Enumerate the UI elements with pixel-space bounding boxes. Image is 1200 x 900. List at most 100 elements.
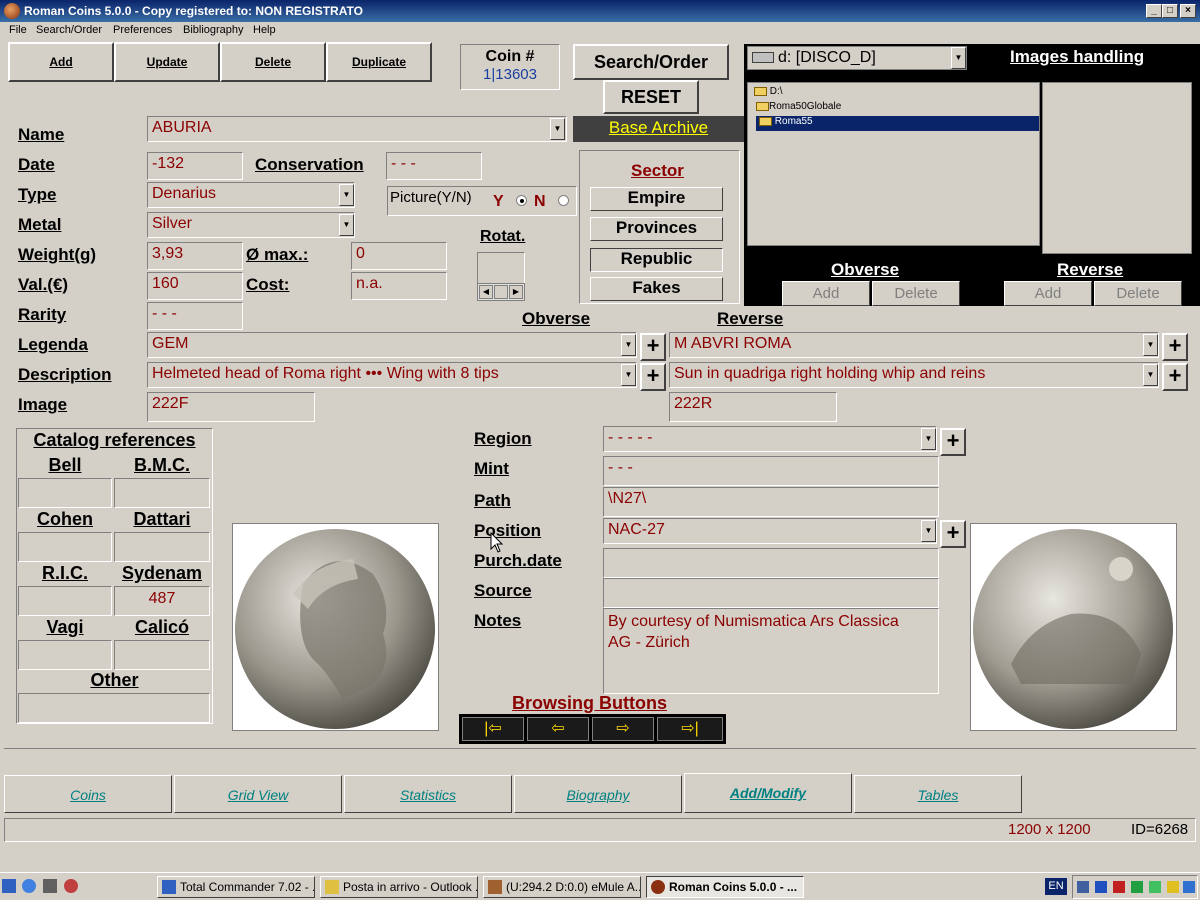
name-field[interactable]: ABURIA	[147, 116, 567, 142]
catalog-sydenam-field[interactable]: 487	[114, 586, 210, 616]
tray-icon[interactable]	[1113, 881, 1125, 893]
taskbar-roman-coins[interactable]: Roman Coins 5.0.0 - ...	[646, 876, 804, 898]
rotation-left-arrow-icon[interactable]: ◀	[479, 285, 493, 299]
last-record-icon[interactable]: ⇨|	[657, 717, 723, 741]
cost-field[interactable]: n.a.	[351, 272, 447, 300]
tab-biography[interactable]: Biography	[514, 775, 682, 813]
metal-field[interactable]: Silver	[147, 212, 355, 238]
tray-icon[interactable]	[1167, 881, 1179, 893]
menu-preferences[interactable]: Preferences	[113, 24, 172, 36]
position-field[interactable]: NAC-27	[603, 518, 937, 544]
previous-record-icon[interactable]: ⇦	[527, 717, 589, 741]
tray-icon[interactable]	[1077, 881, 1089, 893]
sector-republic-button[interactable]: Republic	[590, 248, 723, 272]
description-obverse-dropdown-icon[interactable]: ▼	[621, 364, 636, 386]
legenda-obverse-field[interactable]: GEM	[147, 332, 637, 358]
catalog-bmc-field[interactable]	[114, 478, 210, 508]
position-add-icon[interactable]: +	[940, 520, 966, 548]
catalog-vagi-field[interactable]	[18, 640, 112, 670]
description-reverse-field[interactable]: Sun in quadriga right holding whip and r…	[669, 362, 1159, 388]
catalog-other-field[interactable]	[18, 693, 210, 723]
media-icon[interactable]	[22, 879, 36, 893]
menu-help[interactable]: Help	[253, 24, 276, 36]
catalog-dattari-field[interactable]	[114, 532, 210, 562]
search-order-button[interactable]: Search/Order	[573, 44, 729, 80]
sector-provinces-button[interactable]: Provinces	[590, 217, 723, 241]
obverse-add-button[interactable]: Add	[782, 281, 870, 306]
drive-dropdown-icon[interactable]: ▼	[951, 47, 966, 69]
description-obverse-field[interactable]: Helmeted head of Roma right ••• Wing wit…	[147, 362, 637, 388]
tab-grid-view[interactable]: Grid View	[174, 775, 342, 813]
folder-item-roma50globale[interactable]: Roma50Globale	[756, 101, 841, 112]
catalog-ric-field[interactable]	[18, 586, 112, 616]
tray-icon[interactable]	[1095, 881, 1107, 893]
picture-yes-radio[interactable]	[516, 195, 527, 206]
language-indicator[interactable]: EN	[1045, 878, 1067, 895]
weight-field[interactable]: 3,93	[147, 242, 243, 270]
menu-bibliography[interactable]: Bibliography	[183, 24, 244, 36]
region-field[interactable]: - - - - -	[603, 426, 937, 452]
value-field[interactable]: 160	[147, 272, 243, 300]
description-reverse-dropdown-icon[interactable]: ▼	[1143, 364, 1158, 386]
next-record-icon[interactable]: ⇨	[592, 717, 654, 741]
name-dropdown-icon[interactable]: ▼	[550, 118, 565, 140]
duplicate-button[interactable]: Duplicate	[326, 42, 432, 82]
notes-field[interactable]: By courtesy of Numismatica Ars Classica …	[603, 608, 939, 694]
picture-no-radio[interactable]	[558, 195, 569, 206]
source-field[interactable]	[603, 578, 939, 608]
first-record-icon[interactable]: |⇦	[462, 717, 524, 741]
close-button[interactable]: ×	[1180, 4, 1196, 18]
rotation-thumb[interactable]	[494, 285, 508, 299]
catalog-bell-field[interactable]	[18, 478, 112, 508]
folder-item-root[interactable]: D:\	[754, 86, 783, 97]
taskbar-total-commander[interactable]: Total Commander 7.02 - ...	[157, 876, 315, 898]
reset-button[interactable]: RESET	[603, 80, 699, 114]
drive-select[interactable]: d: [DISCO_D] ▼	[747, 46, 967, 70]
maximize-button[interactable]: □	[1162, 4, 1178, 18]
update-button[interactable]: Update	[114, 42, 220, 82]
catalog-cohen-field[interactable]	[18, 532, 112, 562]
obverse-delete-button[interactable]: Delete	[872, 281, 960, 306]
mint-field[interactable]: - - -	[603, 456, 939, 486]
image-reverse-field[interactable]: 222R	[669, 392, 837, 422]
tab-coins[interactable]: Coins	[4, 775, 172, 813]
path-field[interactable]: \N27\	[603, 487, 939, 517]
rotation-right-arrow-icon[interactable]: ▶	[509, 285, 523, 299]
add-button[interactable]: Add	[8, 42, 114, 82]
reverse-delete-button[interactable]: Delete	[1094, 281, 1182, 306]
region-add-icon[interactable]: +	[940, 428, 966, 456]
menu-search-order[interactable]: Search/Order	[36, 24, 102, 36]
legenda-obverse-dropdown-icon[interactable]: ▼	[621, 334, 636, 356]
description-obverse-add-icon[interactable]: +	[640, 363, 666, 391]
region-dropdown-icon[interactable]: ▼	[921, 428, 936, 450]
purch-date-field[interactable]	[603, 548, 939, 578]
tab-add-modify[interactable]: Add/Modify	[684, 773, 852, 813]
folder-item-roma55[interactable]: Roma55	[756, 116, 1039, 131]
type-field[interactable]: Denarius	[147, 182, 355, 208]
conservation-field[interactable]: - - -	[386, 152, 482, 180]
legenda-reverse-field[interactable]: M ABVRI ROMA	[669, 332, 1159, 358]
tray-icon[interactable]	[1183, 881, 1195, 893]
taskbar-outlook[interactable]: Posta in arrivo - Outlook ...	[320, 876, 478, 898]
sector-empire-button[interactable]: Empire	[590, 187, 723, 211]
diameter-field[interactable]: 0	[351, 242, 447, 270]
type-dropdown-icon[interactable]: ▼	[339, 184, 354, 206]
tab-tables[interactable]: Tables	[854, 775, 1022, 813]
menu-file[interactable]: File	[9, 24, 27, 36]
app-launch-icon-2[interactable]	[64, 879, 78, 893]
description-reverse-add-icon[interactable]: +	[1162, 363, 1188, 391]
metal-dropdown-icon[interactable]: ▼	[339, 214, 354, 236]
quicklaunch-icon[interactable]	[2, 879, 16, 893]
folder-tree[interactable]: D:\ Roma50Globale Roma55	[747, 82, 1040, 246]
position-dropdown-icon[interactable]: ▼	[921, 520, 936, 542]
catalog-calico-field[interactable]	[114, 640, 210, 670]
tray-icon[interactable]	[1131, 881, 1143, 893]
image-obverse-field[interactable]: 222F	[147, 392, 315, 422]
minimize-button[interactable]: _	[1146, 4, 1162, 18]
rarity-field[interactable]: - - -	[147, 302, 243, 330]
date-field[interactable]: -132	[147, 152, 243, 180]
legenda-obverse-add-icon[interactable]: +	[640, 333, 666, 361]
sector-fakes-button[interactable]: Fakes	[590, 277, 723, 301]
tab-statistics[interactable]: Statistics	[344, 775, 512, 813]
tray-icon[interactable]	[1149, 881, 1161, 893]
